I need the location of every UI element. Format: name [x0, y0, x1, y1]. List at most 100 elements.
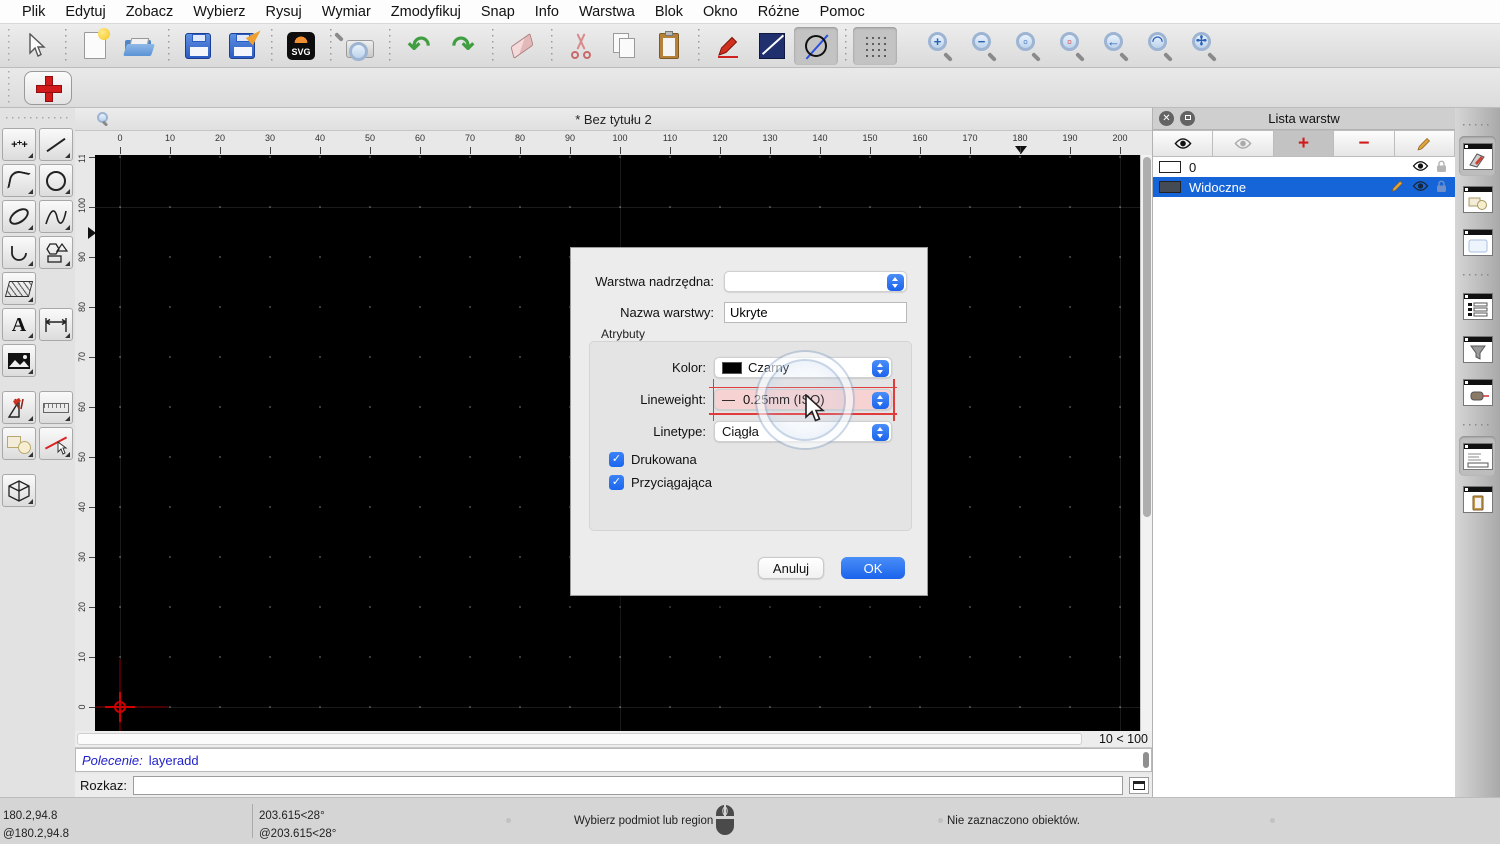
- zoom-out-button[interactable]: −: [963, 27, 1007, 65]
- ok-button[interactable]: OK: [841, 557, 905, 579]
- add-layer-panel-button[interactable]: +: [1273, 130, 1335, 157]
- dock-selection-filter-button[interactable]: [1459, 329, 1496, 369]
- menu-wybierz[interactable]: Wybierz: [183, 4, 255, 20]
- menu-zmodyfikuj[interactable]: Zmodyfikuj: [381, 4, 471, 20]
- command-window-button[interactable]: [1128, 777, 1149, 794]
- toolbar2-handle[interactable]: [4, 70, 14, 105]
- zoom-previous-button[interactable]: ←: [1095, 27, 1139, 65]
- ellipse-tool-button[interactable]: [2, 200, 36, 233]
- menu-edytuj[interactable]: Edytuj: [55, 4, 115, 20]
- paste-button[interactable]: [647, 27, 691, 65]
- menu-zobacz[interactable]: Zobacz: [116, 4, 184, 20]
- selection-pointer-button[interactable]: [14, 27, 58, 65]
- layer-edit-icon[interactable]: [1390, 179, 1405, 196]
- draw-pencil-button[interactable]: [706, 27, 750, 65]
- history-scrollbar-thumb[interactable]: [1143, 752, 1149, 768]
- polyline-palette-button[interactable]: [2, 236, 36, 269]
- eraser-button[interactable]: [500, 27, 544, 65]
- polygon-tool-button[interactable]: [39, 236, 73, 269]
- image-tool-button[interactable]: [2, 344, 36, 377]
- layer-lock-icon[interactable]: [1436, 179, 1447, 196]
- snapping-checkbox[interactable]: [609, 475, 624, 490]
- dock-clipboard-button[interactable]: [1459, 479, 1496, 519]
- dock-pen-toolbar-button[interactable]: [1459, 372, 1496, 412]
- solid-3d-tool-button[interactable]: [2, 474, 36, 507]
- svg-export-button[interactable]: SVG: [279, 27, 323, 65]
- menu-snap[interactable]: Snap: [471, 4, 525, 20]
- show-all-layers-button[interactable]: [1153, 130, 1214, 157]
- cut-button[interactable]: [559, 27, 603, 65]
- open-file-button[interactable]: [117, 27, 161, 65]
- close-panel-icon[interactable]: ✕: [1159, 111, 1174, 126]
- dimension-tool-button[interactable]: [39, 308, 73, 341]
- menu-info[interactable]: Info: [525, 4, 569, 20]
- deselect-tool-button[interactable]: [39, 427, 73, 460]
- dock-block-list-button[interactable]: [1459, 179, 1496, 219]
- arc-tool-button[interactable]: [2, 164, 36, 197]
- vertical-scrollbar-thumb[interactable]: [1143, 157, 1151, 517]
- zoom-pan-button[interactable]: ✢: [1183, 27, 1227, 65]
- remove-layer-button[interactable]: −: [1334, 130, 1395, 157]
- tool-palette: +⁺+ A: [0, 108, 75, 797]
- save-as-button[interactable]: [220, 26, 265, 65]
- points-tool-button[interactable]: +⁺+: [2, 128, 36, 161]
- spline-tool-button[interactable]: [39, 200, 73, 233]
- zoom-window-red-button[interactable]: ▫: [1051, 27, 1095, 65]
- float-panel-icon[interactable]: [1180, 111, 1195, 126]
- undo-button[interactable]: ↶: [397, 27, 441, 65]
- polyline-tool-button[interactable]: [750, 27, 794, 65]
- edit-layer-button[interactable]: [1394, 130, 1456, 157]
- dock-library-browser-button[interactable]: [1459, 222, 1496, 262]
- modify-tool-button[interactable]: [2, 391, 36, 424]
- hatch-tool-button[interactable]: [2, 272, 36, 305]
- text-tool-button[interactable]: A: [2, 308, 36, 341]
- hide-all-layers-button[interactable]: [1213, 130, 1274, 157]
- dock-layer-list-button[interactable]: [1459, 136, 1496, 176]
- horizontal-scrollbar-thumb[interactable]: [77, 733, 1082, 745]
- menu-pomoc[interactable]: Pomoc: [810, 4, 875, 20]
- layer-lock-icon[interactable]: [1436, 159, 1447, 176]
- cancel-button[interactable]: Anuluj: [758, 557, 824, 579]
- line-tool-button[interactable]: [39, 128, 73, 161]
- redo-button[interactable]: ↷: [441, 27, 485, 65]
- measure-tool-button[interactable]: [39, 391, 73, 424]
- zoom-auto-button[interactable]: ▫: [1007, 27, 1051, 65]
- grid-toggle-button[interactable]: [853, 26, 897, 65]
- new-document-button[interactable]: [73, 27, 117, 65]
- toolbar-handle[interactable]: [4, 28, 14, 63]
- block-tool-button[interactable]: [2, 427, 36, 460]
- zoom-view-button[interactable]: ◠: [1139, 27, 1183, 65]
- new-document-icon: [84, 28, 110, 59]
- copy-button[interactable]: [603, 27, 647, 65]
- layer-visibility-icon[interactable]: [1412, 160, 1429, 175]
- menu-rysuj[interactable]: Rysuj: [256, 4, 312, 20]
- print-preview-button[interactable]: [334, 27, 382, 65]
- h-ruler-tick: [720, 147, 721, 154]
- printed-checkbox[interactable]: [609, 452, 624, 467]
- h-ruler-label: 90: [564, 133, 575, 143]
- layer-row[interactable]: 0: [1153, 157, 1455, 177]
- horizontal-scrollbar[interactable]: 10 < 100: [75, 731, 1152, 748]
- dock-property-list-button[interactable]: [1459, 286, 1496, 326]
- draft-mode-button[interactable]: [794, 26, 838, 65]
- palette-handle[interactable]: [6, 114, 69, 122]
- dock-command-line-button[interactable]: [1459, 436, 1496, 476]
- highlight-line-left: [712, 379, 714, 421]
- menu-plik[interactable]: Plik: [12, 4, 55, 20]
- add-layer-button[interactable]: [24, 70, 72, 105]
- layer-name-input[interactable]: [724, 302, 907, 323]
- command-input[interactable]: [132, 776, 1123, 795]
- menu-wymiar[interactable]: Wymiar: [312, 4, 381, 20]
- h-ruler-label: 110: [662, 133, 678, 143]
- layer-row[interactable]: Widoczne: [1153, 177, 1455, 197]
- parent-layer-select[interactable]: [724, 271, 907, 292]
- menu-blok[interactable]: Blok: [645, 4, 693, 20]
- menu-okno[interactable]: Okno: [693, 4, 748, 20]
- zoom-in-button[interactable]: +: [919, 27, 963, 65]
- save-button[interactable]: [176, 27, 220, 65]
- circle-tool-button[interactable]: [39, 164, 73, 197]
- menu-różne[interactable]: Różne: [748, 4, 810, 20]
- vertical-scrollbar[interactable]: [1140, 155, 1152, 731]
- menu-warstwa[interactable]: Warstwa: [569, 4, 645, 20]
- layer-visibility-icon[interactable]: [1412, 180, 1429, 195]
